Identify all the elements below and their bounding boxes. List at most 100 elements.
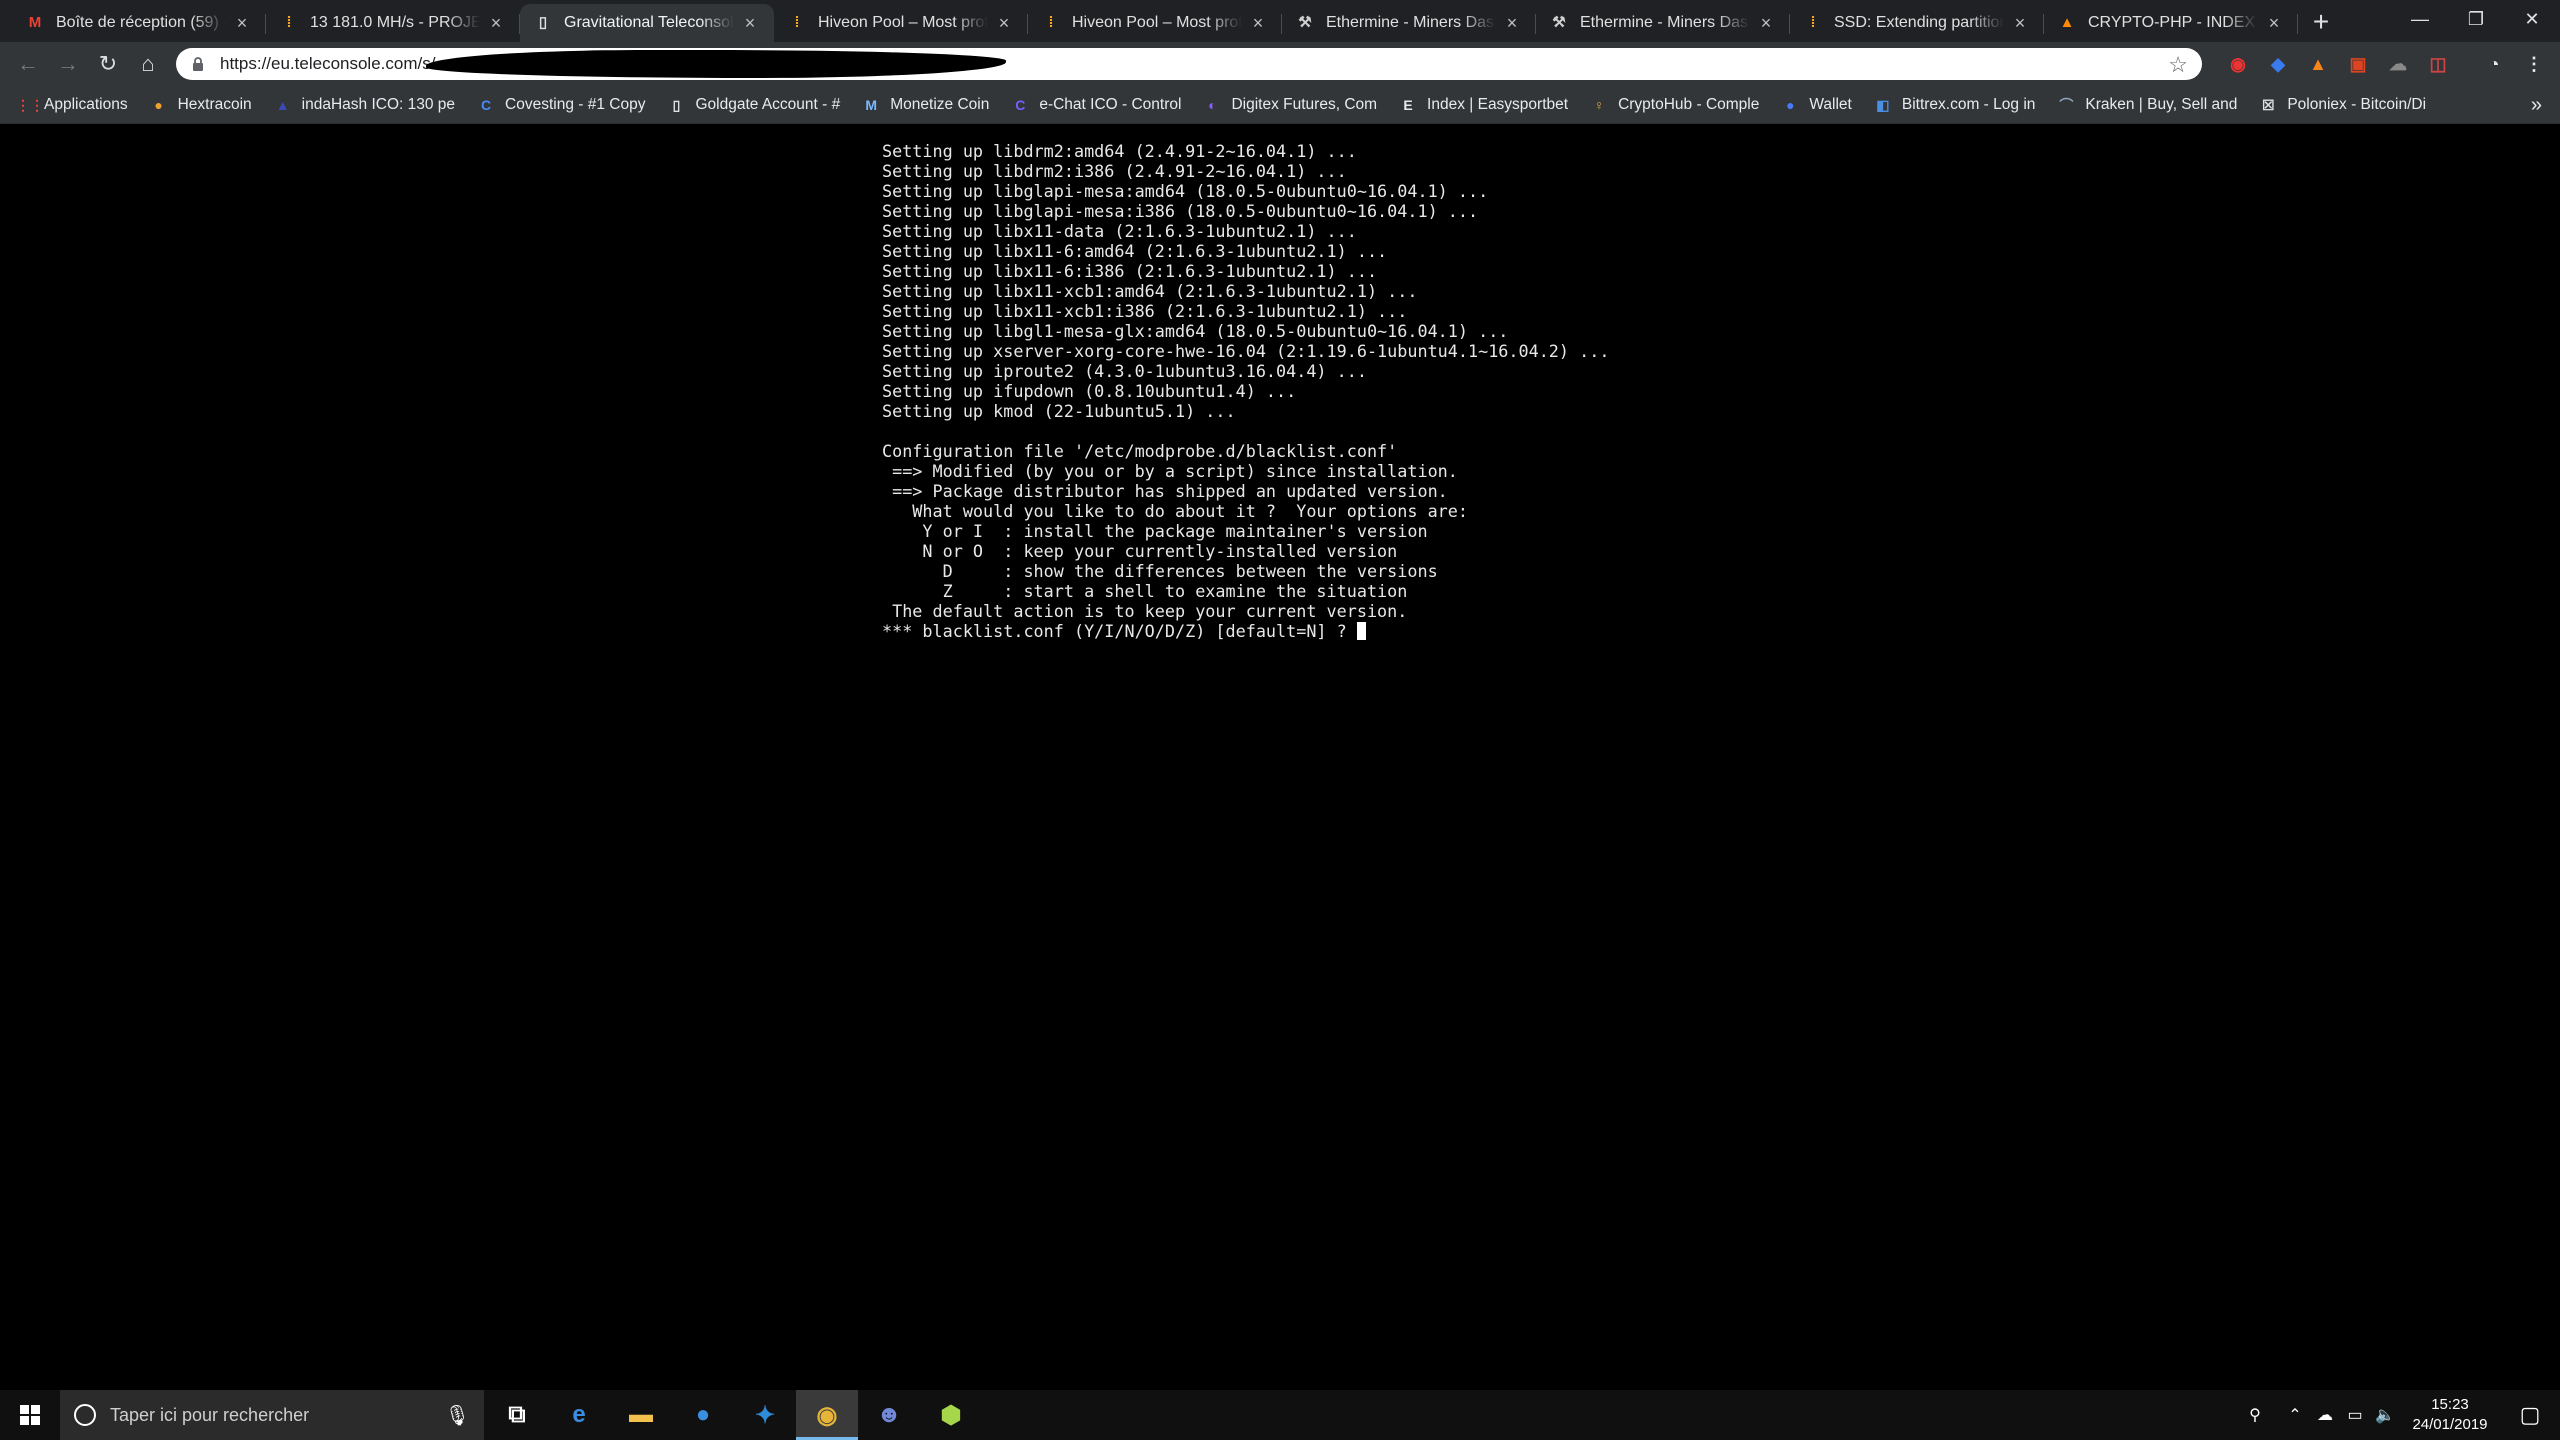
forward-button[interactable]: → xyxy=(48,44,88,84)
hiveon-icon: ⁞ xyxy=(794,14,800,31)
close-window-button[interactable]: ✕ xyxy=(2504,0,2560,38)
taskbar-apps: ⧉ e ▬ ● ✦ ◉ ☻ ⬢ xyxy=(486,1390,982,1440)
tab-8[interactable]: ▲ CRYPTO-PHP - INDEX × xyxy=(2044,4,2298,42)
notification-center-icon[interactable]: ▢ xyxy=(2500,1390,2560,1440)
pdf-extension-icon[interactable]: ◫ xyxy=(2418,44,2458,84)
new-tab-button[interactable]: + xyxy=(2302,4,2340,42)
tab-title: Boîte de réception (59) - a xyxy=(56,14,226,31)
bookmark-item[interactable]: ▯ Goldgate Account - # xyxy=(667,86,841,124)
bookmark-item[interactable]: Ce-Chat ICO - Control xyxy=(1011,86,1181,124)
minimize-button[interactable]: — xyxy=(2392,0,2448,38)
terminal-line: Setting up libx11-data (2:1.6.3-1ubuntu2… xyxy=(882,221,1609,241)
bookmark-label: Wallet xyxy=(1809,95,1852,113)
taskbar-search-box[interactable]: Taper ici pour rechercher 🎙 xyxy=(60,1390,484,1440)
bookmark-label: Hextracoin xyxy=(177,95,252,113)
home-button[interactable]: ⌂ xyxy=(128,44,168,84)
taskbar-app-5[interactable]: ◉ xyxy=(796,1390,858,1440)
close-tab-icon[interactable]: × xyxy=(994,13,1014,33)
close-tab-icon[interactable]: × xyxy=(232,13,252,33)
tab-title: CRYPTO-PHP - INDEX xyxy=(2088,14,2256,31)
bookmark-item[interactable]: ⌒ Kraken | Buy, Sell and xyxy=(2057,86,2237,124)
onedrive-icon[interactable]: ☁ xyxy=(2310,1390,2340,1440)
terminal-line-text: Setting up libdrm2:i386 (2.4.91-2~16.04.… xyxy=(882,161,1347,181)
terminal-line: Setting up libx11-xcb1:i386 (2:1.6.3-1ub… xyxy=(882,301,1609,321)
bookmark-label: Bittrex.com - Log in xyxy=(1901,95,2036,113)
grey-extension-icon[interactable]: ☁ xyxy=(2378,44,2418,84)
terminal-line-text: Setting up libx11-xcb1:i386 (2:1.6.3-1ub… xyxy=(882,301,1408,321)
ethereum-extension-icon[interactable]: ◆ xyxy=(2258,44,2298,84)
menu-kebab-icon[interactable]: ⋮ xyxy=(2514,44,2554,84)
terminal-line: Setting up libglapi-mesa:amd64 (18.0.5-0… xyxy=(882,181,1609,201)
bookmarks-overflow-button[interactable]: » xyxy=(2531,86,2542,124)
terminal-line-text: ==> Modified (by you or by a script) sin… xyxy=(882,461,1458,481)
bookmark-item[interactable]: ● Hextracoin xyxy=(150,86,252,124)
close-tab-icon[interactable]: × xyxy=(2264,13,2284,33)
bookmark-item[interactable]: ☒ Poloniex - Bitcoin/Di xyxy=(2259,86,2426,124)
reload-icon: ↻ xyxy=(98,51,118,76)
terminal-line: Setting up iproute2 (4.3.0-1ubuntu3.16.0… xyxy=(882,361,1609,381)
tab-7[interactable]: ⁞ SSD: Extending partition × xyxy=(1790,4,2044,42)
clock-time: 15:23 xyxy=(2431,1396,2469,1413)
terminal-line: ==> Modified (by you or by a script) sin… xyxy=(882,461,1609,481)
close-tab-icon[interactable]: × xyxy=(486,13,506,33)
close-tab-icon[interactable]: × xyxy=(2010,13,2030,33)
close-tab-icon[interactable]: × xyxy=(1502,13,1522,33)
monetize-icon: M xyxy=(865,96,878,113)
tab-strip: M Boîte de réception (59) - a × ⁞ 13 181.0 M… xyxy=(0,0,2560,42)
microphone-icon[interactable]: 🎙 xyxy=(445,1403,470,1428)
bookmark-item[interactable]: ♀ CryptoHub - Comple xyxy=(1590,86,1760,124)
profile-avatar-icon[interactable]: ◔ xyxy=(2474,44,2514,84)
close-tab-icon[interactable]: × xyxy=(1756,13,1776,33)
tab-3[interactable]: ⁞ Hiveon Pool – Most profit × xyxy=(774,4,1028,42)
taskbar-app-6[interactable]: ☻ xyxy=(858,1390,920,1440)
close-tab-icon[interactable]: × xyxy=(1248,13,1268,33)
taskbar-app-7[interactable]: ⬢ xyxy=(920,1390,982,1440)
tab-2[interactable]: ▯ Gravitational Teleconsole × xyxy=(520,4,774,42)
bookmark-item[interactable]: ▲ indaHash ICO: 130 pe xyxy=(274,86,455,124)
terminal-output: Setting up libdrm2:amd64 (2.4.91-2~16.04… xyxy=(882,141,1609,641)
tab-5[interactable]: ⚒ Ethermine - Miners Dashb × xyxy=(1282,4,1536,42)
terminal-line-text: Setting up libdrm2:amd64 (2.4.91-2~16.04… xyxy=(882,141,1357,161)
restore-button[interactable]: ❐ xyxy=(2448,0,2504,38)
bookmark-item[interactable]: ● Wallet xyxy=(1781,86,1852,124)
people-icon[interactable]: ⚲ xyxy=(2240,1390,2270,1440)
tab-0[interactable]: M Boîte de réception (59) - a × xyxy=(12,4,266,42)
tab-1[interactable]: ⁞ 13 181.0 MH/s - PROJET C × xyxy=(266,4,520,42)
tab-4[interactable]: ⁞ Hiveon Pool – Most profit × xyxy=(1028,4,1282,42)
bookmark-item[interactable]: E Index | Easysportbet xyxy=(1399,86,1568,124)
start-button[interactable] xyxy=(0,1390,60,1440)
chevron-up-icon[interactable]: ⌃ xyxy=(2280,1390,2310,1440)
metamask-extension-icon[interactable]: ▲ xyxy=(2298,44,2338,84)
volume-icon[interactable]: 🔈 xyxy=(2370,1390,2400,1440)
bookmark-item[interactable]: C Covesting - #1 Copy xyxy=(477,86,646,124)
tab-separator xyxy=(2297,14,2298,34)
back-button[interactable]: ← xyxy=(8,44,48,84)
clock[interactable]: 15:23 24/01/2019 xyxy=(2400,1395,2500,1435)
tab-6[interactable]: ⚒ Ethermine - Miners Dashb × xyxy=(1536,4,1790,42)
terminal-line: Setting up ifupdown (0.8.10ubuntu1.4) ..… xyxy=(882,381,1609,401)
bookmark-item[interactable]: ◐ Digitex Futures, Com xyxy=(1203,86,1377,124)
network-icon[interactable]: ▭ xyxy=(2340,1390,2370,1440)
bookmark-item[interactable]: ◧ Bittrex.com - Log in xyxy=(1874,86,2036,124)
bookmark-item[interactable]: M Monetize Coin xyxy=(862,86,989,124)
reload-button[interactable]: ↻ xyxy=(88,44,128,84)
terminal-line-text: Setting up kmod (22-1ubuntu5.1) ... xyxy=(882,401,1236,421)
bookmark-star-icon[interactable]: ☆ xyxy=(2168,52,2188,78)
red-extension-icon[interactable]: ▣ xyxy=(2338,44,2378,84)
taskbar-app-2[interactable]: ▬ xyxy=(610,1390,672,1440)
hextracoin-icon: ● xyxy=(154,96,163,113)
address-bar[interactable]: https://eu.teleconsole.com/s/ ☆ xyxy=(176,48,2202,80)
close-tab-icon[interactable]: × xyxy=(740,13,760,33)
terminal-line-text: D : show the differences between the ver… xyxy=(882,561,1438,581)
cube-app-icon: ⬢ xyxy=(940,1401,962,1429)
taskbar-app-3[interactable]: ● xyxy=(672,1390,734,1440)
tab-title: SSD: Extending partition xyxy=(1834,14,2004,31)
terminal-area[interactable]: Setting up libdrm2:amd64 (2.4.91-2~16.04… xyxy=(0,124,2560,1390)
terminal-line-text: Setting up ifupdown (0.8.10ubuntu1.4) ..… xyxy=(882,381,1297,401)
terminal-line: The default action is to keep your curre… xyxy=(882,601,1609,621)
taskbar-app-4[interactable]: ✦ xyxy=(734,1390,796,1440)
ublock-extension-icon[interactable]: ◉ xyxy=(2218,44,2258,84)
taskbar-app-1[interactable]: e xyxy=(548,1390,610,1440)
bookmark-item[interactable]: ⋮⋮ Applications xyxy=(16,86,128,124)
taskbar-app-0[interactable]: ⧉ xyxy=(486,1390,548,1440)
